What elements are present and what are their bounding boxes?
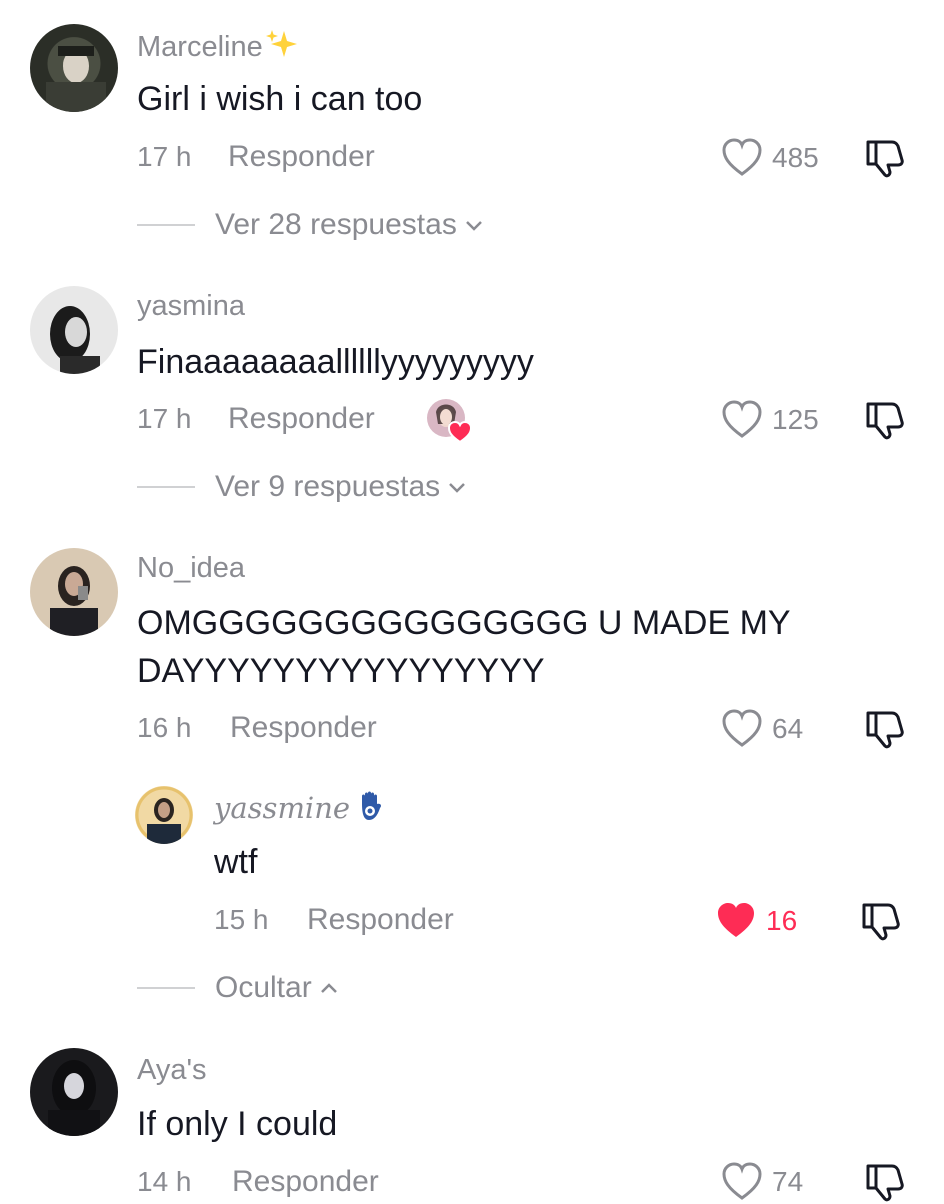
reply-button[interactable]: Responder xyxy=(228,402,375,436)
reply-username[interactable]: yassmine xyxy=(214,790,388,825)
avatar-photo xyxy=(50,306,100,374)
chevron-down-icon xyxy=(449,483,466,493)
like-button[interactable]: 125 xyxy=(720,398,819,442)
creator-liked-badge xyxy=(427,399,472,444)
avatar[interactable] xyxy=(30,24,118,112)
avatar-photo xyxy=(48,1060,100,1136)
comment-username[interactable]: Marceline xyxy=(137,28,298,64)
reply-button[interactable]: Responder xyxy=(230,711,377,745)
comment-timestamp: 17 h xyxy=(137,403,192,434)
view-replies-label: Ver 9 respuestas xyxy=(215,470,441,503)
sparkles-icon xyxy=(265,30,298,63)
heart-outline-icon xyxy=(722,1162,762,1200)
thumbs-down-icon[interactable] xyxy=(862,398,906,442)
reply-button[interactable]: Responder xyxy=(307,903,454,937)
like-count: 74 xyxy=(772,1166,804,1197)
heart-outline-icon xyxy=(722,709,762,747)
heart-filled-icon xyxy=(718,903,754,937)
comment-text: If only I could xyxy=(137,1105,338,1143)
like-count: 64 xyxy=(772,713,804,744)
thumbs-down-icon[interactable] xyxy=(862,136,906,180)
like-count: 125 xyxy=(772,404,819,435)
chevron-up-icon xyxy=(320,983,337,993)
avatar[interactable] xyxy=(135,786,193,844)
thumbs-down-icon[interactable] xyxy=(862,707,906,751)
comment-username[interactable]: No_idea xyxy=(137,552,245,585)
like-button[interactable]: 485 xyxy=(720,136,819,180)
avatar[interactable] xyxy=(30,286,118,374)
reply-text: wtf xyxy=(214,843,258,881)
comment-username[interactable]: yasmina xyxy=(137,290,245,323)
like-button[interactable]: 74 xyxy=(720,1160,803,1204)
comment-text: Girl i wish i can too xyxy=(137,80,423,118)
hide-replies-button[interactable]: Ocultar xyxy=(137,971,340,1005)
comment-timestamp: 14 h xyxy=(137,1166,192,1197)
hamsa-icon xyxy=(354,791,388,825)
avatar[interactable] xyxy=(30,548,118,636)
thread-divider xyxy=(137,987,195,989)
comment-timestamp: 16 h xyxy=(137,712,192,743)
chevron-down-icon xyxy=(465,221,482,231)
hide-replies-label: Ocultar xyxy=(215,971,312,1004)
avatar-photo xyxy=(50,566,98,636)
like-count: 485 xyxy=(772,142,819,173)
comment-timestamp: 17 h xyxy=(137,141,192,172)
heart-outline-icon xyxy=(722,400,762,438)
comment-text: Finaaaaaaaallllllyyyyyyyyy xyxy=(137,343,534,381)
thumbs-down-icon[interactable] xyxy=(862,1160,906,1204)
like-button[interactable]: 16 xyxy=(714,899,797,943)
like-count: 16 xyxy=(766,905,798,936)
comment-username[interactable]: Aya's xyxy=(137,1054,206,1087)
reply-button[interactable]: Responder xyxy=(232,1165,379,1199)
like-button[interactable]: 64 xyxy=(720,707,803,751)
reply-timestamp: 15 h xyxy=(214,904,269,935)
avatar-photo xyxy=(135,786,193,844)
comment-text-line: DAYYYYYYYYYYYYYYYY xyxy=(137,652,545,690)
view-replies-button[interactable]: Ver 28 respuestas xyxy=(137,208,485,242)
heart-outline-icon xyxy=(722,138,762,176)
thread-divider xyxy=(137,224,195,226)
view-replies-button[interactable]: Ver 9 respuestas xyxy=(137,470,468,504)
comment-text-line: OMGGGGGGGGGGGGGGG U MADE MY xyxy=(137,604,791,642)
thumbs-down-icon[interactable] xyxy=(858,899,902,943)
reply-button[interactable]: Responder xyxy=(228,140,375,174)
avatar[interactable] xyxy=(30,1048,118,1136)
view-replies-label: Ver 28 respuestas xyxy=(215,208,457,241)
avatar-photo xyxy=(46,46,106,112)
thread-divider xyxy=(137,486,195,488)
